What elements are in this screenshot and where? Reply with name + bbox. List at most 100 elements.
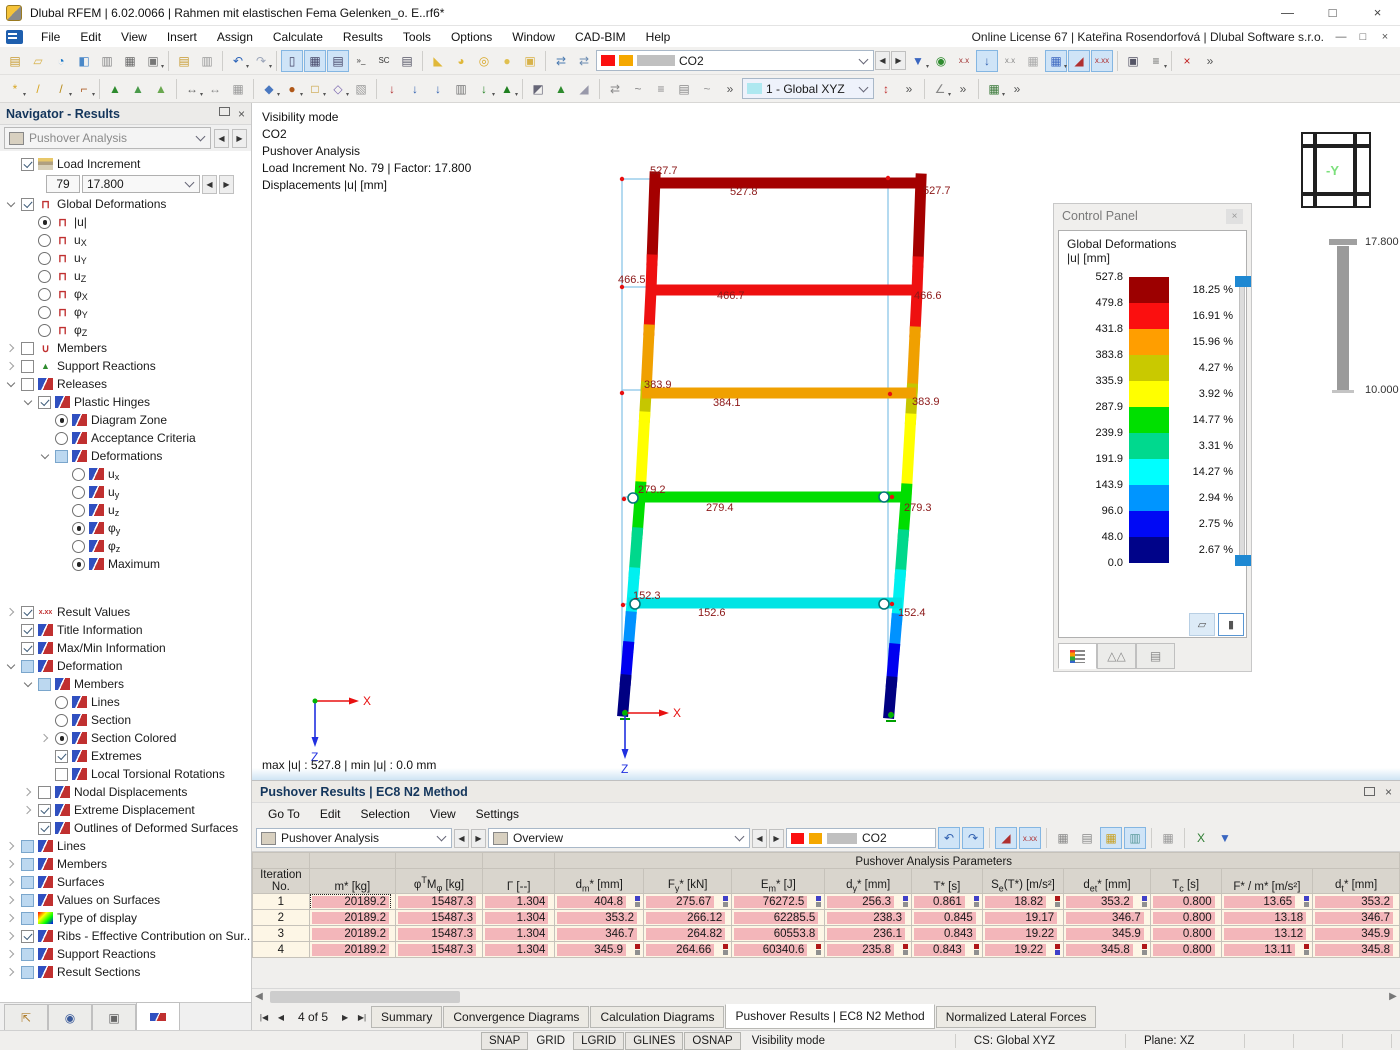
checkbox[interactable] — [21, 197, 34, 211]
hinge-icon[interactable]: ▲ — [550, 78, 572, 100]
couple3-icon[interactable]: ≡ — [650, 78, 672, 100]
status-toggle-osnap[interactable]: OSNAP — [684, 1031, 741, 1050]
doc-close-button[interactable]: × — [1374, 29, 1396, 45]
dock-load-case-combo[interactable]: CO2 — [786, 828, 936, 848]
cell-r1c4[interactable]: 404.8 — [554, 893, 644, 910]
load-case-combo[interactable]: CO2 — [596, 50, 874, 71]
checkbox[interactable] — [38, 821, 51, 835]
horizontal-scrollbar[interactable]: ◀ ▶ — [252, 988, 1400, 1004]
mesh-icon[interactable]: ▧ — [350, 78, 372, 100]
tree-item-deformations[interactable]: Deformations — [0, 447, 251, 465]
coordinate-system-combo[interactable]: 1 - Global XYZ — [742, 78, 874, 99]
cell-r1c0[interactable]: 1 — [252, 893, 310, 910]
tree-item-uz[interactable]: ⊓ uZ — [0, 267, 251, 285]
slider-handle-top[interactable] — [1235, 276, 1251, 287]
next-page-button[interactable]: ▶ — [337, 1009, 353, 1025]
scroll-right-icon[interactable]: ▶ — [1386, 990, 1400, 1004]
checkbox[interactable] — [38, 395, 51, 409]
tree-item-values-on-surfaces[interactable]: Values on Surfaces — [0, 891, 251, 909]
tree-item-outlines-of-deformed-surfaces[interactable]: Outlines of Deformed Surfaces — [0, 819, 251, 837]
tree-item-members[interactable]: Members — [0, 675, 251, 693]
cell-r2c12[interactable]: 13.18 — [1220, 909, 1314, 926]
cell-r3c8[interactable]: 0.843 — [910, 925, 983, 942]
cell-r3c5[interactable]: 264.82 — [642, 925, 733, 942]
member-load-icon[interactable]: ↓ — [404, 78, 426, 100]
menu-help[interactable]: Help — [636, 28, 681, 46]
tree-item-global-deformations[interactable]: ⊓ Global Deformations — [0, 195, 251, 213]
tree-item-extreme-displacement[interactable]: Extreme Displacement — [0, 801, 251, 819]
tree-item-ux[interactable]: ux — [0, 465, 251, 483]
line-icon[interactable]: / — [27, 78, 49, 100]
print-preview-icon[interactable]: ▥ — [96, 50, 118, 72]
cell-r2c8[interactable]: 0.845 — [910, 909, 983, 926]
tree-item-ribs-effective-contribution-on-sur[interactable]: Ribs - Effective Contribution on Sur... — [0, 927, 251, 945]
eccentricity-icon[interactable]: ◢ — [573, 78, 595, 100]
checkbox[interactable] — [21, 659, 34, 673]
tree1-icon[interactable]: ▲ — [104, 78, 126, 100]
tree-item-section-colored[interactable]: Section Colored — [0, 729, 251, 747]
cell-r3c3[interactable]: 1.304 — [481, 925, 556, 942]
edit-grid-icon[interactable]: ▦ — [227, 78, 249, 100]
checkbox[interactable] — [21, 857, 34, 871]
radio[interactable] — [38, 215, 51, 229]
radio[interactable] — [72, 539, 85, 553]
close-button[interactable]: × — [1355, 0, 1400, 25]
tree-item-result-sections[interactable]: Result Sections — [0, 963, 251, 981]
ghost-icon[interactable]: ▦ — [1022, 50, 1044, 72]
checkbox[interactable] — [21, 875, 34, 889]
cell-r3c0[interactable]: 3 — [252, 925, 310, 942]
redo-icon[interactable]: ↷ ▾ — [250, 50, 272, 72]
result-diagram-icon[interactable]: ◢ — [1068, 49, 1090, 72]
print-icon[interactable]: ▣ ▾ — [142, 50, 164, 72]
checkbox[interactable] — [21, 911, 34, 925]
overflow-icon[interactable]: » — [1199, 50, 1221, 72]
cell-r2c1[interactable]: 20189.2 — [308, 909, 396, 926]
node-icon[interactable]: * ▾ — [4, 78, 26, 100]
maximize-button[interactable]: □ — [1310, 0, 1355, 25]
dock-menu-view[interactable]: View — [420, 805, 466, 823]
cell-r4c7[interactable]: 235.8 — [824, 941, 912, 958]
dock-view-combo[interactable]: Overview — [488, 828, 750, 848]
cell-r2c7[interactable]: 238.3 — [824, 909, 912, 926]
scale-colors-button[interactable]: ▮ — [1218, 613, 1244, 636]
result-values-icon[interactable]: x.xx — [1091, 49, 1113, 72]
member-icon[interactable]: / ▾ — [50, 78, 72, 100]
dock-tab-convergence-diagrams[interactable]: Convergence Diagrams — [443, 1006, 590, 1028]
select-poly-icon[interactable]: ◣ — [427, 50, 449, 72]
checkbox[interactable] — [55, 767, 68, 781]
cell-r2c10[interactable]: 346.7 — [1063, 909, 1151, 926]
scale-options-button[interactable]: ▱ — [1189, 613, 1215, 636]
cell-r4c4[interactable]: 345.9 — [554, 941, 644, 958]
block-icon[interactable]: ◧ — [73, 50, 95, 72]
menu-view[interactable]: View — [111, 28, 157, 46]
tree-item-support-reactions[interactable]: Support Reactions — [0, 945, 251, 963]
checkbox[interactable] — [21, 157, 34, 171]
cell-r2c2[interactable]: 15487.3 — [394, 909, 484, 926]
transfer2-icon[interactable]: ⇄ — [573, 50, 595, 72]
load-increment-no[interactable]: 79 — [46, 175, 80, 193]
menu-calculate[interactable]: Calculate — [263, 28, 333, 46]
filter-icon[interactable]: ▼ ▾ — [907, 50, 929, 72]
tree-item-support-reactions[interactable]: ▲ Support Reactions — [0, 357, 251, 375]
cell-r4c2[interactable]: 15487.3 — [394, 941, 484, 958]
panel-toggle-icon[interactable]: ▤ — [327, 49, 349, 72]
table-plain-icon[interactable]: ▦ — [1157, 827, 1179, 849]
tree-item-local-torsional-rotations[interactable]: Local Torsional Rotations — [0, 765, 251, 783]
measure-icon[interactable]: ∠ ▾ — [929, 78, 951, 100]
cell-r3c6[interactable]: 60553.8 — [731, 925, 826, 942]
scroll-left-icon[interactable]: ◀ — [252, 990, 266, 1004]
template-icon[interactable]: ▤ — [173, 50, 195, 72]
panel-slider[interactable] — [1235, 276, 1251, 566]
radio[interactable] — [38, 233, 51, 247]
table-tools-icon[interactable]: ▦ ▾ — [983, 78, 1005, 100]
radio[interactable] — [55, 431, 68, 445]
checkbox[interactable] — [38, 785, 51, 799]
cell-r1c6[interactable]: 76272.5 — [731, 893, 826, 910]
menu-edit[interactable]: Edit — [70, 28, 111, 46]
menu-results[interactable]: Results — [333, 28, 393, 46]
radio[interactable] — [55, 695, 68, 709]
generated-load-icon[interactable]: ▲ ▾ — [496, 78, 518, 100]
tab-factors[interactable]: △△ — [1097, 643, 1136, 669]
tree3-icon[interactable]: ▲ — [150, 78, 172, 100]
radio[interactable] — [72, 557, 85, 571]
